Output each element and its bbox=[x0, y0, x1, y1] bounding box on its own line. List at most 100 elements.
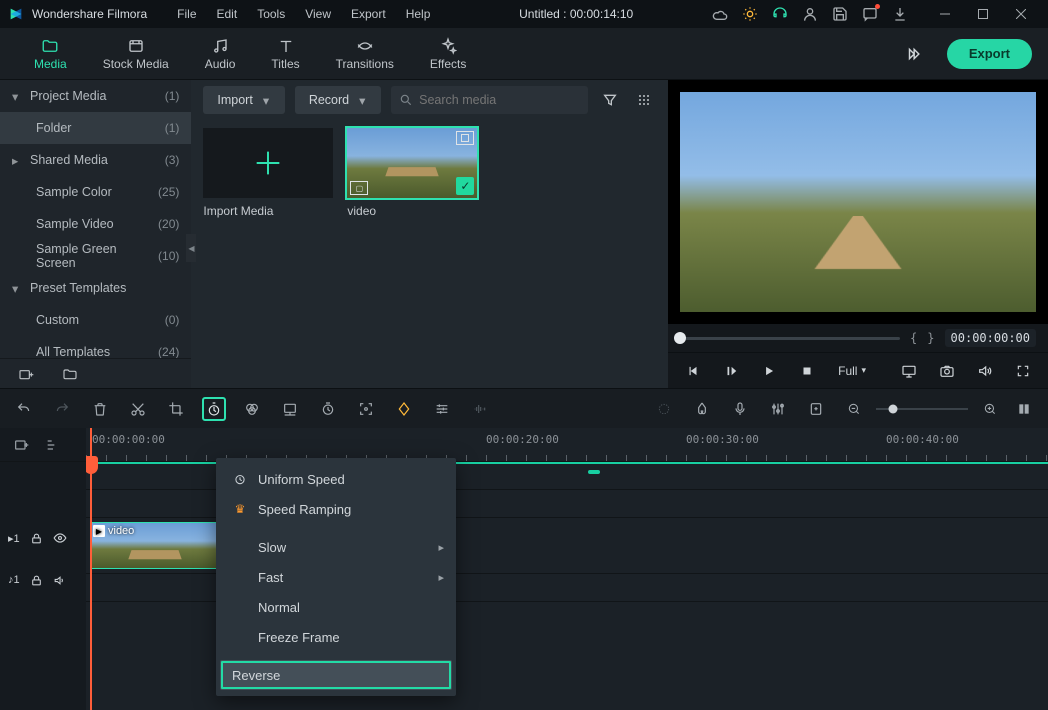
sidebar-item-sample-video[interactable]: Sample Video(20) bbox=[0, 208, 191, 240]
play-icon[interactable] bbox=[756, 358, 782, 384]
speed-icon[interactable] bbox=[202, 397, 226, 421]
import-dropdown[interactable]: Import▾ bbox=[203, 86, 284, 114]
menu-freeze-frame[interactable]: Freeze Frame bbox=[216, 622, 456, 652]
redo-icon[interactable] bbox=[50, 397, 74, 421]
menu-edit[interactable]: Edit bbox=[207, 3, 248, 25]
zoom-in-icon[interactable] bbox=[978, 397, 1002, 421]
record-dropdown[interactable]: Record▾ bbox=[295, 86, 381, 114]
ruler-label: 00:00:30:00 bbox=[686, 433, 759, 446]
sidebar-item-folder[interactable]: Folder(1) bbox=[0, 112, 191, 144]
tab-transitions[interactable]: Transitions bbox=[318, 33, 412, 75]
delete-icon[interactable] bbox=[88, 397, 112, 421]
zoom-fit-icon[interactable] bbox=[1012, 397, 1036, 421]
tab-audio[interactable]: Audio bbox=[187, 33, 254, 75]
sidebar-item-custom[interactable]: Custom(0) bbox=[0, 304, 191, 336]
menu-reverse[interactable]: Reverse bbox=[220, 660, 452, 690]
tab-titles[interactable]: Titles bbox=[253, 33, 317, 75]
sidebar-item-preset-templates[interactable]: ▾Preset Templates bbox=[0, 272, 191, 304]
search-media-field[interactable] bbox=[391, 86, 588, 114]
search-input[interactable] bbox=[419, 93, 580, 107]
message-icon[interactable] bbox=[862, 6, 878, 22]
menu-speed-ramping[interactable]: ♛Speed Ramping bbox=[216, 494, 456, 524]
monitor-icon[interactable] bbox=[896, 358, 922, 384]
chevron-right-icon[interactable] bbox=[905, 47, 921, 61]
preview-canvas[interactable] bbox=[668, 80, 1048, 324]
add-folder-alt-icon[interactable] bbox=[14, 362, 38, 386]
media-clip-label: video bbox=[347, 204, 477, 218]
zoom-out-icon[interactable] bbox=[842, 397, 866, 421]
sidebar-item-all-templates[interactable]: All Templates(24) bbox=[0, 336, 191, 358]
cut-icon[interactable] bbox=[126, 397, 150, 421]
volume-icon[interactable] bbox=[972, 358, 998, 384]
tab-media[interactable]: Media bbox=[16, 33, 85, 75]
playhead[interactable] bbox=[90, 428, 92, 710]
headphones-icon[interactable] bbox=[772, 6, 788, 22]
camera-icon[interactable] bbox=[934, 358, 960, 384]
keyframe-icon[interactable] bbox=[392, 397, 416, 421]
green-screen-icon[interactable] bbox=[278, 397, 302, 421]
menu-uniform-speed[interactable]: Uniform Speed bbox=[216, 464, 456, 494]
sidebar-item-shared-media[interactable]: ▸Shared Media(3) bbox=[0, 144, 191, 176]
audio-wave-icon[interactable] bbox=[468, 397, 492, 421]
menu-slow[interactable]: Slow bbox=[216, 532, 456, 562]
motion-tracking-icon[interactable] bbox=[354, 397, 378, 421]
menu-help[interactable]: Help bbox=[396, 3, 441, 25]
close-button[interactable] bbox=[1002, 2, 1040, 26]
mixer-icon[interactable] bbox=[766, 397, 790, 421]
menu-file[interactable]: File bbox=[167, 3, 206, 25]
stop-icon[interactable] bbox=[794, 358, 820, 384]
marker-icon[interactable] bbox=[652, 397, 676, 421]
tab-effects[interactable]: Effects bbox=[412, 33, 484, 75]
menu-tools[interactable]: Tools bbox=[247, 3, 295, 25]
tab-stock-media[interactable]: Stock Media bbox=[85, 33, 187, 75]
export-button[interactable]: Export bbox=[947, 39, 1032, 69]
lock-icon[interactable] bbox=[30, 532, 43, 545]
step-back-icon[interactable] bbox=[680, 358, 706, 384]
lock-icon[interactable] bbox=[30, 574, 43, 587]
eye-icon[interactable] bbox=[53, 531, 67, 545]
mic-icon[interactable] bbox=[728, 397, 752, 421]
timeline-clip-video[interactable]: ▶video bbox=[90, 522, 220, 569]
targets-icon[interactable] bbox=[44, 436, 62, 454]
folder-outline-icon[interactable] bbox=[58, 362, 82, 386]
duration-icon[interactable] bbox=[316, 397, 340, 421]
download-icon[interactable] bbox=[892, 6, 908, 22]
menu-view[interactable]: View bbox=[295, 3, 341, 25]
timeline-ruler[interactable]: 00:00:00:00 00:00:20:00 00:00:30:00 00:0… bbox=[86, 428, 1048, 462]
zoom-slider[interactable] bbox=[876, 408, 968, 410]
gear-sun-icon[interactable] bbox=[742, 6, 758, 22]
quality-dropdown[interactable]: Full▾ bbox=[838, 364, 866, 378]
sidebar-item-project-media[interactable]: ▾Project Media(1) bbox=[0, 80, 191, 112]
color-grade-icon[interactable] bbox=[240, 397, 264, 421]
media-clip-video[interactable]: ▢ ✓ video bbox=[347, 128, 477, 218]
menu-export[interactable]: Export bbox=[341, 3, 396, 25]
grid-view-icon[interactable] bbox=[632, 88, 656, 112]
speaker-icon[interactable] bbox=[53, 574, 66, 587]
crop-icon[interactable] bbox=[164, 397, 188, 421]
save-icon[interactable] bbox=[832, 6, 848, 22]
minimize-button[interactable] bbox=[926, 2, 964, 26]
preview-scrubber[interactable] bbox=[680, 337, 900, 340]
menu-normal[interactable]: Normal bbox=[216, 592, 456, 622]
mark-out-label[interactable]: } bbox=[927, 331, 934, 345]
sidebar-item-sample-color[interactable]: Sample Color(25) bbox=[0, 176, 191, 208]
timeline-body[interactable]: 00:00:00:00 00:00:20:00 00:00:30:00 00:0… bbox=[86, 428, 1048, 710]
sidebar-item-sample-green-screen[interactable]: Sample Green Screen(10) bbox=[0, 240, 191, 272]
fullscreen-icon[interactable] bbox=[1010, 358, 1036, 384]
clip-type-icon: ▢ bbox=[350, 181, 368, 195]
menu-fast[interactable]: Fast bbox=[216, 562, 456, 592]
track-add-icon[interactable] bbox=[12, 436, 30, 454]
magnet-icon[interactable] bbox=[690, 397, 714, 421]
marker-add-icon[interactable] bbox=[804, 397, 828, 421]
cloud-icon[interactable] bbox=[712, 6, 728, 22]
adjust-icon[interactable] bbox=[430, 397, 454, 421]
play-pause-icon[interactable] bbox=[718, 358, 744, 384]
import-media-tile[interactable]: Import Media bbox=[203, 128, 333, 218]
mark-in-label[interactable]: { bbox=[910, 331, 917, 345]
maximize-button[interactable] bbox=[964, 2, 1002, 26]
user-icon[interactable] bbox=[802, 6, 818, 22]
panel-collapse-handle[interactable]: ◀ bbox=[186, 234, 196, 262]
filter-icon[interactable] bbox=[598, 88, 622, 112]
undo-icon[interactable] bbox=[12, 397, 36, 421]
chevron-down-icon: ▾ bbox=[359, 93, 369, 108]
